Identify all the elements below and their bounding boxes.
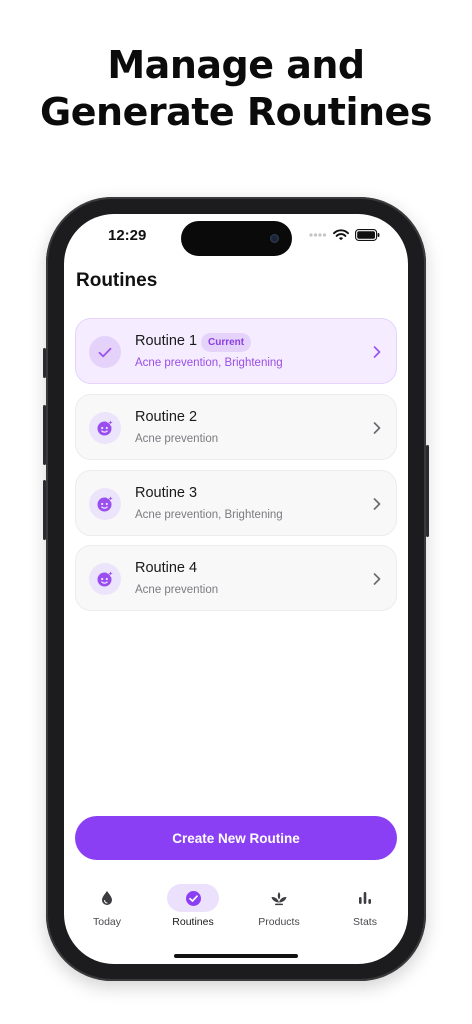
- checkmark-icon: [89, 336, 121, 368]
- tab-routines[interactable]: Routines: [150, 882, 236, 932]
- tab-label: Routines: [172, 916, 214, 928]
- routine-tags: Acne prevention, Brightening: [135, 357, 283, 369]
- home-indicator: [174, 954, 298, 958]
- routine-card-3[interactable]: Routine 3 Acne prevention, Brightening: [75, 470, 397, 536]
- routine-card-2[interactable]: Routine 2 Acne prevention: [75, 394, 397, 460]
- wifi-icon: [333, 229, 349, 241]
- headline-line-2: Generate Routines: [40, 90, 432, 134]
- routine-name: Routine 3: [135, 485, 198, 501]
- tab-products-pill: [253, 884, 305, 912]
- volume-up-button: [43, 405, 46, 465]
- status-bar: 12:29: [64, 214, 408, 264]
- create-new-routine-button[interactable]: Create New Routine: [75, 816, 397, 860]
- volume-down-button: [43, 480, 46, 540]
- routine-tags: Acne prevention: [135, 433, 219, 445]
- silent-switch: [43, 348, 46, 378]
- check-circle-icon: [185, 890, 201, 906]
- status-time: 12:29: [108, 227, 147, 244]
- routine-tags: Acne prevention: [135, 584, 219, 596]
- dynamic-island: [181, 221, 292, 256]
- chevron-right-icon: [373, 422, 381, 434]
- tab-stats-pill: [339, 884, 391, 912]
- routine-name: Routine 1: [135, 333, 198, 349]
- headline: Manage and Generate Routines: [0, 42, 472, 136]
- battery-icon: [355, 229, 380, 241]
- face-sparkle-icon: [89, 563, 121, 595]
- tab-label: Products: [258, 916, 300, 928]
- headline-line-1: Manage and: [107, 43, 365, 87]
- drop-icon: [102, 891, 112, 905]
- chevron-right-icon: [373, 346, 381, 358]
- phone-screen: 12:29 Routines Routine 1 Current Acne pr…: [64, 214, 408, 964]
- routine-card-4[interactable]: Routine 4 Acne prevention: [75, 545, 397, 611]
- lotus-icon: [271, 891, 287, 905]
- routine-name: Routine 4: [135, 560, 198, 576]
- tab-routines-pill: [167, 884, 219, 912]
- bar-chart-icon: [359, 892, 371, 904]
- tab-label: Stats: [353, 916, 377, 928]
- tab-today[interactable]: Today: [64, 882, 150, 932]
- current-badge: Current: [201, 333, 252, 352]
- face-sparkle-icon: [89, 412, 121, 444]
- tab-bar: Today Routines Products Stats: [64, 882, 408, 942]
- signal-dots-icon: [309, 233, 327, 237]
- page-title: Routines: [76, 270, 158, 291]
- chevron-right-icon: [373, 498, 381, 510]
- routine-card-1[interactable]: Routine 1 Current Acne prevention, Brigh…: [75, 318, 397, 384]
- tab-today-pill: [81, 884, 133, 912]
- power-button: [426, 445, 429, 537]
- routine-name: Routine 2: [135, 409, 198, 425]
- face-sparkle-icon: [89, 488, 121, 520]
- camera-lens-icon: [270, 234, 279, 243]
- tab-products[interactable]: Products: [236, 882, 322, 932]
- tab-stats[interactable]: Stats: [322, 882, 408, 932]
- tab-label: Today: [92, 916, 122, 928]
- status-icons: [309, 229, 380, 241]
- chevron-right-icon: [373, 573, 381, 585]
- routine-tags: Acne prevention, Brightening: [135, 509, 283, 521]
